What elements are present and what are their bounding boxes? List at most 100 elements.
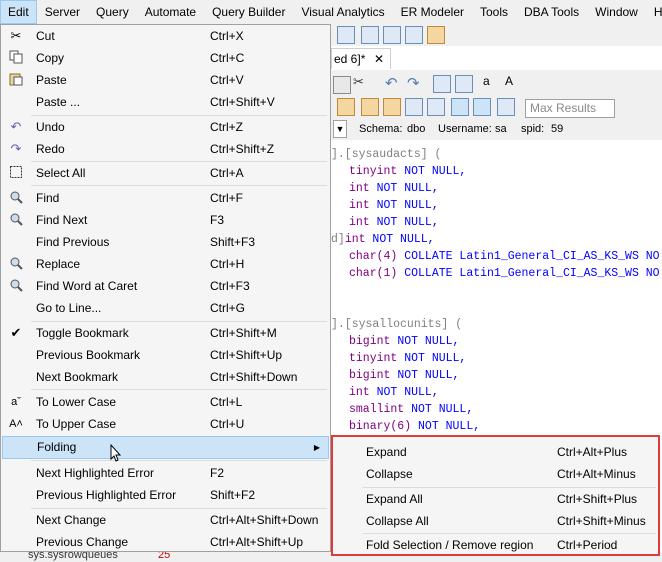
menu-separator — [31, 185, 327, 186]
select-all-icon — [8, 165, 24, 181]
grid-icon[interactable] — [337, 26, 355, 44]
menu-item-paste[interactable]: Paste Ctrl+V — [2, 69, 329, 91]
redo-icon: ↷ — [10, 141, 22, 156]
code-line: int NOT NULL, — [349, 182, 439, 195]
grid-toggle-icon[interactable] — [451, 98, 469, 116]
uppercase-icon: A˄ — [9, 418, 23, 430]
save-icon[interactable] — [333, 76, 351, 94]
folding-submenu: Expand Ctrl+Alt+Plus Collapse Ctrl+Alt+M… — [331, 435, 660, 556]
undo-toolbar-icon[interactable]: ↶ — [385, 74, 398, 92]
mouse-cursor-icon — [110, 444, 122, 462]
menu-query[interactable]: Query — [88, 0, 137, 24]
schema-label: Schema: — [359, 123, 403, 135]
stop-icon[interactable] — [361, 98, 379, 116]
run-icon[interactable] — [337, 98, 355, 116]
checkmark-icon: ✔ — [10, 325, 22, 340]
editor-tab[interactable]: ed 6]* ✕ — [331, 48, 391, 69]
chevron-right-icon: ▶ — [313, 443, 320, 452]
code-line: int NOT NULL, — [349, 386, 439, 399]
menu-bar: Edit Server Query Automate Query Builder… — [0, 0, 662, 25]
menu-window[interactable]: Window — [587, 0, 646, 24]
find-icon — [8, 190, 24, 206]
code-line: char(4) COLLATE Latin1_General_CI_AS_KS_… — [349, 250, 660, 263]
menu-item-go-to-line[interactable]: Go to Line... Ctrl+G — [2, 297, 329, 319]
find-toolbar-icon[interactable] — [433, 75, 451, 93]
lowercase-toolbar-icon[interactable]: a — [483, 74, 490, 88]
submenu-item-expand[interactable]: Expand Ctrl+Alt+Plus — [334, 441, 659, 463]
format-icon[interactable] — [405, 98, 423, 116]
code-line: tinyint NOT NULL, — [349, 165, 467, 178]
menu-server[interactable]: Server — [37, 0, 88, 24]
menu-item-replace[interactable]: Replace Ctrl+H — [2, 253, 329, 275]
replace-toolbar-icon[interactable] — [455, 75, 473, 93]
paste-icon — [8, 72, 24, 88]
edit-menu: ✂ Cut Ctrl+X Copy Ctrl+C Paste Ctrl+V Pa… — [0, 24, 331, 552]
code-line: d]int NOT NULL, — [331, 233, 435, 246]
menu-separator — [31, 389, 327, 390]
menu-item-lower-case[interactable]: aˇ To Lower Case Ctrl+L — [2, 391, 329, 413]
replace-icon — [8, 256, 24, 272]
menu-item-paste-special[interactable]: Paste ... Ctrl+Shift+V — [2, 91, 329, 113]
explain-icon[interactable] — [383, 98, 401, 116]
code-line: bigint NOT NULL, — [349, 335, 460, 348]
code-line: ].[sysallocunits] ( — [331, 318, 463, 331]
menu-er-modeler[interactable]: ER Modeler — [393, 0, 472, 24]
spid-label: spid: — [521, 123, 545, 135]
results-icon[interactable] — [361, 26, 379, 44]
menu-item-select-all[interactable]: Select All Ctrl+A — [2, 162, 329, 184]
menu-edit[interactable]: Edit — [0, 0, 37, 24]
redo-toolbar-icon[interactable]: ↷ — [407, 74, 420, 92]
menu-item-previous-change[interactable]: Previous Change Ctrl+Alt+Shift+Up — [2, 531, 329, 553]
copy-icon — [8, 50, 24, 66]
menu-item-copy[interactable]: Copy Ctrl+C — [2, 47, 329, 69]
menu-separator — [31, 460, 327, 461]
schema-value: dbo — [407, 123, 426, 135]
menu-item-find-next[interactable]: Find Next F3 — [2, 209, 329, 231]
menu-visual-analytics[interactable]: Visual Analytics — [293, 0, 392, 24]
code-line: int NOT NULL, — [349, 199, 439, 212]
menu-item-redo[interactable]: ↷ Redo Ctrl+Shift+Z — [2, 138, 329, 160]
menu-automate[interactable]: Automate — [137, 0, 204, 24]
username-label: Username: — [438, 123, 492, 135]
spid-value: 59 — [551, 123, 564, 135]
submenu-item-collapse-all[interactable]: Collapse All Ctrl+Shift+Minus — [334, 510, 659, 532]
code-line: int NOT NULL, — [349, 216, 439, 229]
menu-item-previous-bookmark[interactable]: Previous Bookmark Ctrl+Shift+Up — [2, 344, 329, 366]
menu-item-upper-case[interactable]: A˄ To Upper Case Ctrl+U — [2, 413, 329, 435]
menu-item-toggle-bookmark[interactable]: ✔ Toggle Bookmark Ctrl+Shift+M — [2, 322, 329, 344]
menu-item-cut[interactable]: ✂ Cut Ctrl+X — [2, 25, 329, 47]
menu-item-next-bookmark[interactable]: Next Bookmark Ctrl+Shift+Down — [2, 366, 329, 388]
connection-bar: ▼ Schema: dbo Username: sa spid: 59 — [331, 118, 662, 140]
close-icon[interactable]: ✕ — [374, 49, 384, 69]
code-line: binary(6) NOT NULL, — [349, 420, 481, 433]
submenu-item-fold-selection[interactable]: Fold Selection / Remove region Ctrl+Peri… — [334, 534, 659, 556]
menu-item-next-change[interactable]: Next Change Ctrl+Alt+Shift+Down — [2, 509, 329, 531]
menu-item-next-error[interactable]: Next Highlighted Error F2 — [2, 462, 329, 484]
options-icon[interactable] — [497, 98, 515, 116]
chart-icon[interactable] — [427, 26, 445, 44]
submenu-item-collapse[interactable]: Collapse Ctrl+Alt+Minus — [334, 463, 659, 485]
menu-dba-tools[interactable]: DBA Tools — [516, 0, 587, 24]
menu-item-folding[interactable]: Folding ▶ — [2, 436, 329, 459]
code-line: bigint NOT NULL, — [349, 369, 460, 382]
uppercase-toolbar-icon[interactable]: A — [505, 74, 513, 88]
comment-icon[interactable] — [427, 98, 445, 116]
split-icon[interactable] — [473, 98, 491, 116]
menu-item-undo[interactable]: ↶ Undo Ctrl+Z — [2, 116, 329, 138]
menu-query-builder[interactable]: Query Builder — [204, 0, 293, 24]
menu-tools[interactable]: Tools — [472, 0, 516, 24]
max-results-input[interactable]: Max Results — [525, 99, 615, 118]
menu-item-previous-error[interactable]: Previous Highlighted Error Shift+F2 — [2, 484, 329, 506]
find-next-icon — [8, 212, 24, 228]
menu-item-find-previous[interactable]: Find Previous Shift+F3 — [2, 231, 329, 253]
menu-help[interactable]: Help — [646, 0, 662, 24]
chevron-down-icon[interactable]: ▼ — [333, 120, 347, 138]
lowercase-icon: aˇ — [11, 396, 21, 408]
submenu-item-expand-all[interactable]: Expand All Ctrl+Shift+Plus — [334, 488, 659, 510]
menu-item-find[interactable]: Find Ctrl+F — [2, 187, 329, 209]
editor-tab-label: ed 6]* — [334, 52, 366, 66]
cut-toolbar-icon[interactable]: ✂ — [353, 74, 364, 90]
text-results-icon[interactable] — [383, 26, 401, 44]
menu-item-find-word[interactable]: Find Word at Caret Ctrl+F3 — [2, 275, 329, 297]
export-icon[interactable] — [405, 26, 423, 44]
